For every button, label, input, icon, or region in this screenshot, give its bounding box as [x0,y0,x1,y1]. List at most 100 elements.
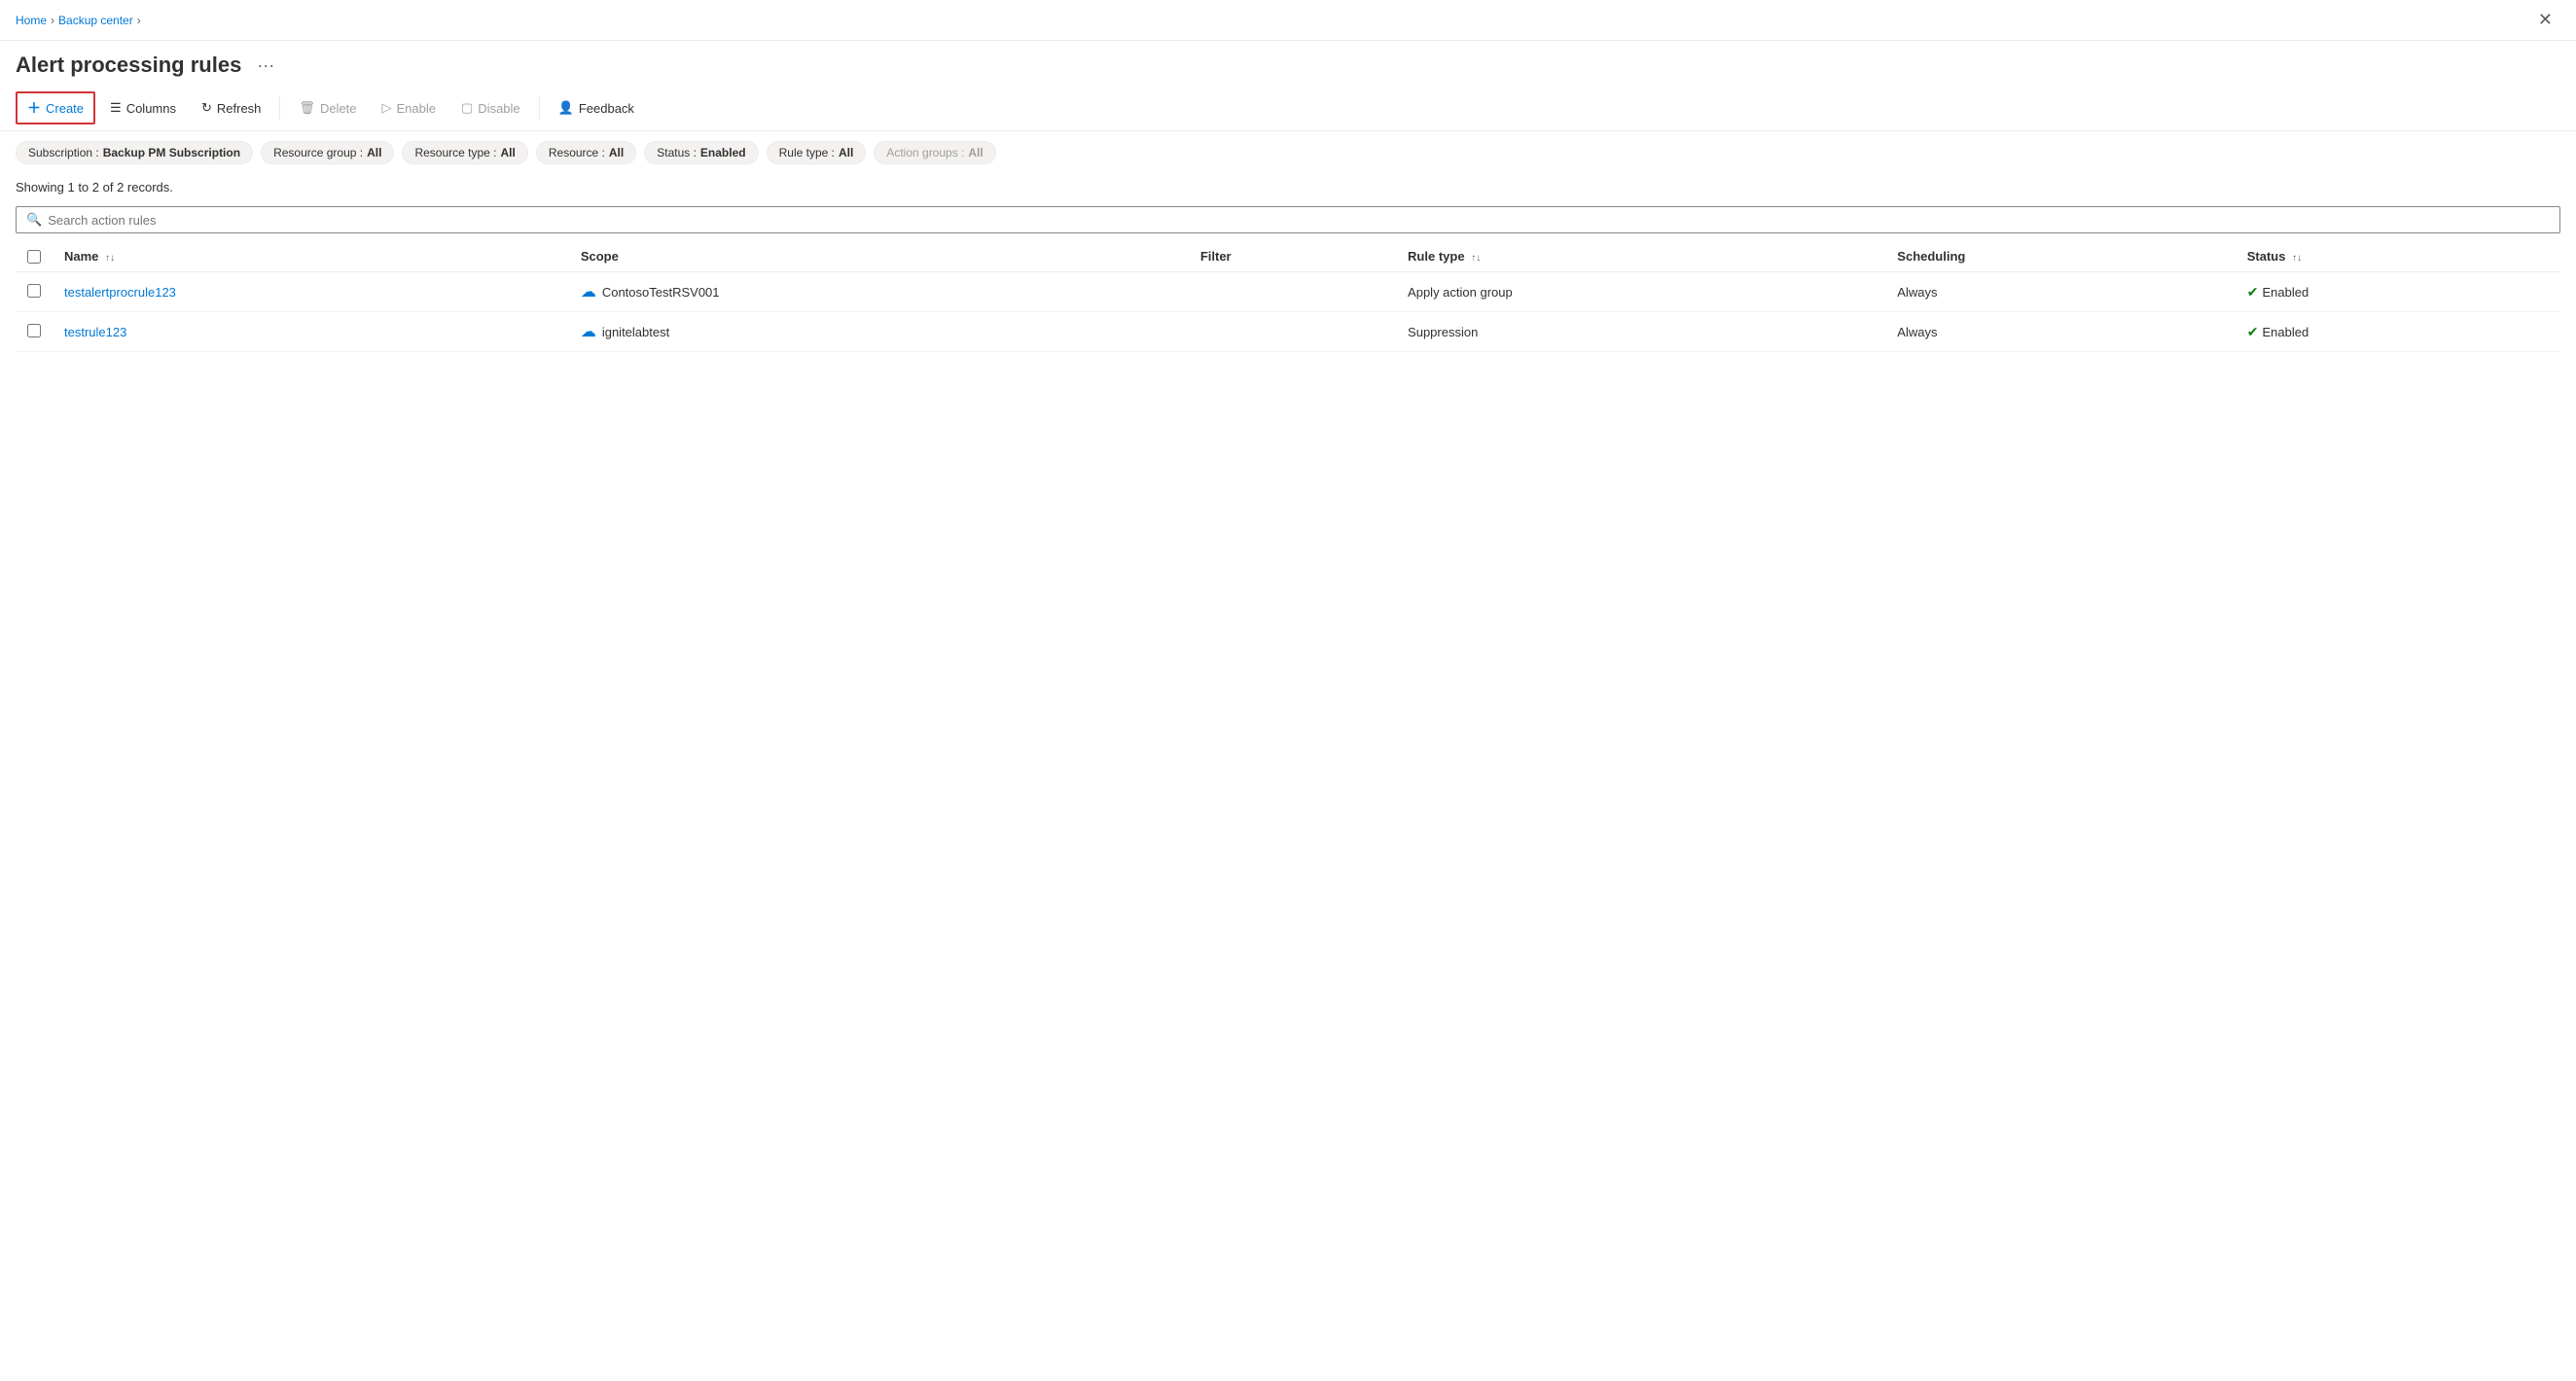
filter-resource-group-value: All [367,146,381,159]
row-checkbox-1[interactable] [27,324,41,337]
rule-type-sort-icon: ↑↓ [1471,253,1481,264]
table-header-row: Name ↑↓ Scope Filter Rule type ↑↓ Schedu… [16,241,2560,272]
filter-action-groups[interactable]: Action groups : All [874,141,995,164]
status-text-0: Enabled [2262,285,2308,300]
feedback-icon: 👤 [558,100,574,116]
alert-rules-table: Name ↑↓ Scope Filter Rule type ↑↓ Schedu… [16,241,2560,352]
filter-resource-type[interactable]: Resource type : All [402,141,527,164]
refresh-button[interactable]: ↻ Refresh [191,94,271,122]
filter-rule-type[interactable]: Rule type : All [767,141,867,164]
table-row: testrule123 ☁ ignitelabtest SuppressionAlwa… [16,312,2560,352]
feedback-label: Feedback [579,101,634,116]
header-scheduling: Scheduling [1885,241,2235,272]
close-button[interactable]: ✕ [2530,6,2560,34]
header-filter: Filter [1189,241,1396,272]
filter-status-value: Enabled [700,146,746,159]
header-scope-label: Scope [581,249,619,264]
filter-resource[interactable]: Resource : All [536,141,636,164]
delete-button[interactable]: 🗑 Delete [288,94,367,122]
name-sort-icon: ↑↓ [105,253,115,264]
breadcrumb: Home › Backup center › [16,14,141,27]
top-bar: Home › Backup center › ✕ [0,0,2576,41]
cloud-icon-0: ☁ [581,282,596,301]
filter-subscription-value: Backup PM Subscription [103,146,240,159]
status-text-1: Enabled [2262,325,2308,339]
filter-subscription-label: Subscription : [28,146,99,159]
header-rule-type[interactable]: Rule type ↑↓ [1396,241,1885,272]
filter-action-groups-value: All [968,146,983,159]
status-dot-0: ✔ [2247,284,2259,301]
cloud-icon-1: ☁ [581,322,596,341]
filter-action-groups-label: Action groups : [886,146,964,159]
filter-value-1 [1189,312,1396,352]
page-header: Alert processing rules ··· [0,41,2576,86]
filter-resource-label: Resource : [549,146,605,159]
filter-resource-type-value: All [501,146,516,159]
row-checkbox-0[interactable] [27,284,41,298]
breadcrumb-sep-2: › [137,14,141,27]
status-dot-1: ✔ [2247,324,2259,340]
header-rule-type-label: Rule type [1408,249,1465,264]
filter-resource-type-label: Resource type : [414,146,496,159]
rule-type-value-0: Apply action group [1396,272,1885,312]
feedback-button[interactable]: 👤 Feedback [548,94,645,122]
enable-icon: ▷ [382,100,392,116]
refresh-label: Refresh [217,101,262,116]
status-sort-icon: ↑↓ [2292,253,2302,264]
create-label: Create [46,101,84,116]
filter-value-0 [1189,272,1396,312]
disable-button[interactable]: ▢ Disable [450,94,531,122]
header-status[interactable]: Status ↑↓ [2236,241,2560,272]
scheduling-value-0: Always [1885,272,2235,312]
plus-icon: ＋ [27,98,41,118]
header-scope: Scope [569,241,1189,272]
scope-value-1: ignitelabtest [602,325,669,339]
records-info: Showing 1 to 2 of 2 records. [0,174,2576,202]
columns-label: Columns [126,101,176,116]
refresh-icon: ↻ [201,100,212,116]
breadcrumb-sep-1: › [51,14,54,27]
rule-name-link-1[interactable]: testrule123 [64,325,126,339]
header-name-label: Name [64,249,98,264]
search-input[interactable] [48,213,2550,228]
toolbar-divider-1 [279,96,280,120]
header-scheduling-label: Scheduling [1897,249,1965,264]
header-filter-label: Filter [1200,249,1232,264]
filter-resource-value: All [609,146,624,159]
filter-status[interactable]: Status : Enabled [644,141,758,164]
enable-label: Enable [397,101,436,116]
filter-status-label: Status : [657,146,697,159]
header-name[interactable]: Name ↑↓ [53,241,569,272]
records-count: Showing 1 to 2 of 2 records. [16,180,173,195]
filters-bar: Subscription : Backup PM Subscription Re… [0,131,2576,174]
columns-icon: ☰ [110,100,122,116]
columns-button[interactable]: ☰ Columns [99,94,187,122]
delete-icon: 🗑 [299,100,315,116]
scope-value-0: ContosoTestRSV001 [602,285,720,300]
delete-label: Delete [320,101,357,116]
breadcrumb-home[interactable]: Home [16,14,47,27]
enable-button[interactable]: ▷ Enable [372,94,447,122]
filter-rule-type-label: Rule type : [779,146,835,159]
header-status-label: Status [2247,249,2286,264]
filter-resource-group[interactable]: Resource group : All [261,141,394,164]
toolbar: ＋ Create ☰ Columns ↻ Refresh 🗑 Delete ▷ … [0,86,2576,131]
table-row: testalertprocrule123 ☁ ContosoTestRSV001 Ap… [16,272,2560,312]
disable-label: Disable [478,101,519,116]
more-options-button[interactable]: ··· [251,53,280,78]
search-icon: 🔍 [26,212,42,228]
toolbar-divider-2 [539,96,540,120]
select-all-checkbox[interactable] [27,250,41,264]
header-checkbox-cell [16,241,53,272]
create-button[interactable]: ＋ Create [16,91,95,124]
page-title: Alert processing rules [16,53,241,78]
filter-resource-group-label: Resource group : [273,146,363,159]
breadcrumb-backup-center[interactable]: Backup center [58,14,133,27]
search-bar: 🔍 [16,206,2560,233]
rule-name-link-0[interactable]: testalertprocrule123 [64,285,176,300]
rule-type-value-1: Suppression [1396,312,1885,352]
filter-subscription[interactable]: Subscription : Backup PM Subscription [16,141,253,164]
disable-icon: ▢ [461,100,473,116]
scheduling-value-1: Always [1885,312,2235,352]
filter-rule-type-value: All [839,146,853,159]
